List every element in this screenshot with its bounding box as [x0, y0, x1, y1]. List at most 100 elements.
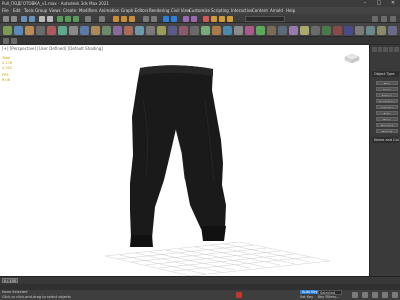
shelf-icon-3[interactable]: [25, 25, 34, 35]
pan-icon[interactable]: [372, 292, 378, 298]
schematic-view-icon[interactable]: [191, 15, 197, 22]
shelf-icon-2[interactable]: [14, 25, 23, 35]
shelf-icon-14[interactable]: [146, 25, 155, 35]
workspace-dropdown-icon[interactable]: [381, 15, 387, 22]
menu-graph-editors[interactable]: Graph Editors: [121, 7, 148, 14]
torus-button[interactable]: Torus: [376, 117, 398, 121]
align-icon[interactable]: [151, 15, 157, 22]
cone-button[interactable]: Cone: [376, 87, 398, 91]
move-icon[interactable]: [57, 15, 63, 22]
maximize-viewport-icon[interactable]: [392, 292, 398, 298]
shelf-icon-23[interactable]: [245, 25, 254, 35]
shelf-icon-21[interactable]: [223, 25, 232, 35]
tab-motion[interactable]: [388, 47, 394, 52]
scene-explorer-icon[interactable]: [163, 15, 169, 22]
menu-civil-view[interactable]: Civil View: [171, 7, 190, 14]
cylinder-button[interactable]: Cylinder: [376, 105, 398, 109]
rendered-frame-icon[interactable]: [219, 15, 225, 22]
menu-help[interactable]: Help: [286, 7, 295, 14]
menu-views[interactable]: Views: [49, 7, 61, 14]
minimize-button[interactable]: –: [358, 0, 372, 7]
pivot-icon[interactable]: [99, 15, 105, 22]
shelf-icon-31[interactable]: [333, 25, 342, 35]
select-by-name-icon[interactable]: [47, 15, 53, 22]
scale-icon[interactable]: [73, 15, 79, 22]
shelf-icon-36[interactable]: [388, 25, 397, 35]
shelf-icon-20[interactable]: [212, 25, 221, 35]
shelf-icon-5[interactable]: [47, 25, 56, 35]
workspace-icon[interactable]: [372, 15, 378, 22]
orbit-icon[interactable]: [382, 292, 388, 298]
shelf-icon-8[interactable]: [80, 25, 89, 35]
shelf-icon-28[interactable]: [300, 25, 309, 35]
link-icon[interactable]: [21, 15, 27, 22]
menu-rendering[interactable]: Rendering: [149, 7, 169, 14]
material-editor-icon[interactable]: [203, 15, 209, 22]
tab-hierarchy[interactable]: [383, 47, 388, 52]
shelf-icon-34[interactable]: [366, 25, 375, 35]
shelf-icon-18[interactable]: [190, 25, 199, 35]
tab-create[interactable]: [372, 47, 377, 52]
time-slider-handle[interactable]: 0 / 100: [2, 278, 18, 283]
menu-scripting[interactable]: Scripting: [211, 7, 229, 14]
shelf-icon-7[interactable]: [69, 25, 78, 35]
render-icon[interactable]: [227, 15, 233, 22]
tab-modify[interactable]: [377, 47, 383, 52]
help-icon[interactable]: [390, 15, 396, 22]
percent-snap-icon[interactable]: [129, 15, 135, 22]
shelf-icon-9[interactable]: [91, 25, 100, 35]
menu-interactive[interactable]: Interactive: [231, 7, 253, 14]
shelf-icon-12[interactable]: [124, 25, 133, 35]
close-button[interactable]: ✕: [386, 0, 400, 7]
unlink-icon[interactable]: [29, 15, 35, 22]
perspective-viewport[interactable]: [+] [Perspective] [User Defined] [Defaul…: [0, 45, 369, 276]
shelf-icon-25[interactable]: [267, 25, 276, 35]
shelf-icon-30[interactable]: [322, 25, 331, 35]
rotate-icon[interactable]: [65, 15, 71, 22]
menu-group[interactable]: Group: [35, 7, 47, 14]
menu-customize[interactable]: Customize: [189, 7, 210, 14]
menu-arnold[interactable]: Arnold: [270, 7, 283, 14]
teapot-button[interactable]: Teapot: [376, 129, 398, 133]
angle-snap-icon[interactable]: [121, 15, 127, 22]
tab-display[interactable]: [394, 47, 399, 52]
shelf-icon-4[interactable]: [36, 25, 45, 35]
shelf-icon-16[interactable]: [168, 25, 177, 35]
pyramid-button[interactable]: Pyramid: [376, 123, 398, 127]
maximize-button[interactable]: □: [372, 0, 386, 7]
menu-tools[interactable]: Tools: [24, 7, 34, 14]
menu-modifiers[interactable]: Modifiers: [79, 7, 97, 14]
shelf-icon-32[interactable]: [344, 25, 353, 35]
auto-key-button[interactable]: Auto Key: [300, 290, 320, 294]
sphere-button[interactable]: Sphere: [376, 93, 398, 97]
shelf-icon-19[interactable]: [201, 25, 210, 35]
snap-icon[interactable]: [113, 15, 119, 22]
tube-button[interactable]: Tube: [376, 111, 398, 115]
geosphere-button[interactable]: GeoSphere: [376, 99, 398, 103]
shelf-icon-13[interactable]: [135, 25, 144, 35]
shelf-icon-11[interactable]: [113, 25, 122, 35]
shelf-icon-10[interactable]: [102, 25, 111, 35]
time-slider[interactable]: 0 / 100: [0, 276, 400, 284]
shelf-icon-27[interactable]: [289, 25, 298, 35]
redo-icon[interactable]: [11, 15, 17, 22]
shelf-icon-24[interactable]: [256, 25, 265, 35]
shelf-icon-6[interactable]: [58, 25, 67, 35]
render-setup-icon[interactable]: [211, 15, 217, 22]
layer-explorer-icon[interactable]: [171, 15, 177, 22]
shelf-icon-15[interactable]: [157, 25, 166, 35]
object-type-rollout[interactable]: Object Type: [372, 71, 399, 77]
undo-icon[interactable]: [3, 15, 9, 22]
reference-coord-icon[interactable]: [85, 15, 91, 22]
mirror-icon[interactable]: [143, 15, 149, 22]
shelf-icon-29[interactable]: [311, 25, 320, 35]
shelf-icon-26[interactable]: [278, 25, 287, 35]
shelf-icon-22[interactable]: [234, 25, 243, 35]
zoom-icon[interactable]: [362, 292, 368, 298]
menu-create[interactable]: Create: [63, 7, 76, 14]
selection-set-field[interactable]: [245, 15, 285, 22]
key-filters-button[interactable]: Key Filters...: [318, 295, 339, 299]
play-icon[interactable]: [352, 292, 358, 298]
menu-animation[interactable]: Animation: [99, 7, 119, 14]
box-button[interactable]: Box: [376, 81, 398, 85]
